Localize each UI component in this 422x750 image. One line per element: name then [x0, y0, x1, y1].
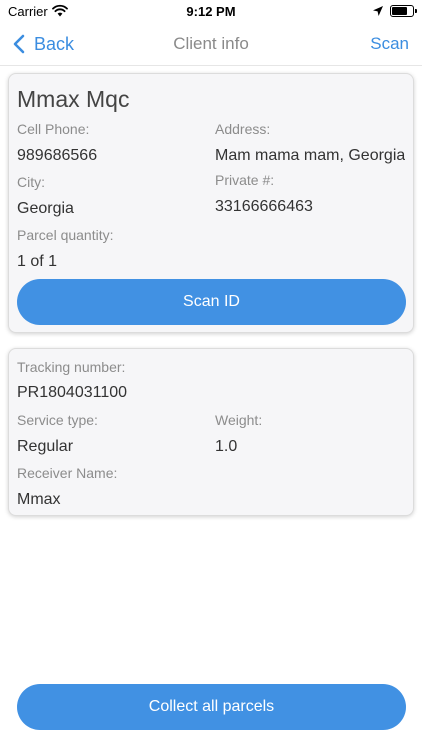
cell-phone-value: 989686566 — [17, 147, 98, 164]
battery-icon — [390, 5, 414, 17]
address-value: Mam mama mam, Georgia — [215, 147, 406, 164]
back-button[interactable]: Back — [10, 32, 74, 56]
receiver-name-value: Mmax — [17, 491, 61, 508]
client-card: Mmax Mqc Cell Phone: 989686566 Address: … — [8, 73, 414, 333]
weight-label: Weight: — [215, 412, 263, 428]
scan-button[interactable]: Scan — [370, 34, 409, 54]
battery-cap — [415, 9, 417, 13]
address-label: Address: — [215, 121, 271, 137]
city-value: Georgia — [17, 200, 74, 217]
weight-value: 1.0 — [215, 438, 238, 455]
navigation-bar: Back Client info Scan — [0, 24, 422, 66]
private-number-label: Private #: — [215, 172, 275, 188]
location-arrow-icon — [373, 6, 383, 16]
service-type-label: Service type: — [17, 412, 98, 428]
receiver-name-label: Receiver Name: — [17, 465, 118, 481]
status-bar: Carrier 9:12 PM — [0, 0, 422, 24]
parcel-quantity-label: Parcel quantity: — [17, 227, 114, 243]
collect-all-parcels-button[interactable]: Collect all parcels — [17, 684, 406, 730]
tracking-number-value: PR1804031100 — [17, 384, 128, 401]
tracking-number-label: Tracking number: — [17, 359, 126, 375]
clock-time: 9:12 PM — [186, 4, 236, 19]
back-label: Back — [34, 33, 75, 54]
client-name: Mmax Mqc — [17, 86, 130, 112]
chevron-left-icon — [13, 34, 25, 54]
cell-phone-label: Cell Phone: — [17, 121, 90, 137]
private-number-value: 33166666463 — [215, 198, 313, 215]
parcel-quantity-value: 1 of 1 — [17, 253, 58, 270]
scan-id-button[interactable]: Scan ID — [17, 279, 406, 325]
city-label: City: — [17, 174, 45, 190]
service-type-value: Regular — [17, 438, 74, 455]
parcel-card: Tracking number: PR1804031100 Service ty… — [8, 348, 414, 516]
battery-level — [392, 7, 407, 15]
